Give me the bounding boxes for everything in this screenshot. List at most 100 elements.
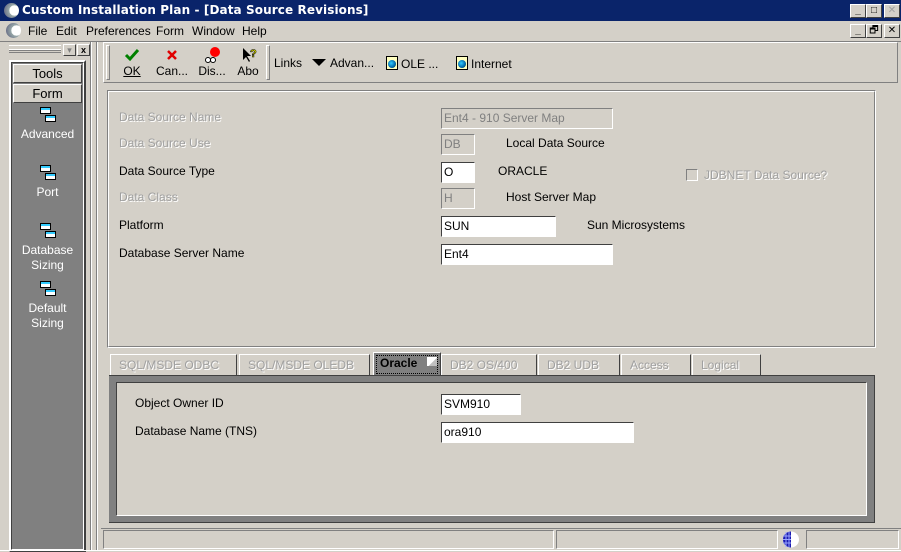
panel-body: Tools Form Advanced Port Database Sizing… — [11, 62, 84, 550]
mdi-close-button[interactable]: ✕ — [884, 24, 900, 38]
bottom-edge — [0, 550, 901, 551]
menu-edit[interactable]: Edit — [56, 24, 77, 38]
tab-db2-os400[interactable]: DB2 OS/400 — [441, 354, 537, 375]
svg-text:?: ? — [250, 48, 257, 60]
cancel-button[interactable]: Can... — [154, 46, 190, 80]
focus-rect — [376, 355, 438, 374]
panel-pin-button[interactable]: ▾ — [63, 44, 76, 56]
form-exit-icon — [39, 107, 56, 123]
ok-button[interactable]: OK — [116, 46, 148, 80]
display-label: Dis... — [198, 64, 226, 78]
panel-tab-form[interactable]: Form — [13, 84, 82, 103]
internet-link-label: Internet — [471, 57, 512, 71]
panel-item-label: Port — [36, 185, 59, 199]
display-button[interactable]: Dis... — [194, 46, 230, 80]
tab-access[interactable]: Access — [621, 354, 691, 375]
ole-link-label: OLE ... — [401, 57, 439, 71]
form-exit-icon — [39, 281, 56, 297]
menu-form[interactable]: Form — [156, 24, 184, 38]
data-source-use-field: DB — [441, 134, 475, 155]
about-button[interactable]: ? Abo — [232, 46, 264, 80]
data-source-type-label: Data Source Type — [119, 164, 215, 178]
panel-item-default-sizing[interactable]: Default Sizing — [12, 281, 83, 331]
mdi-restore-button[interactable]: 🗗 — [866, 24, 882, 38]
mdi-minimize-button[interactable]: _ — [850, 24, 866, 38]
document-globe-icon — [386, 56, 398, 70]
status-cell-info — [556, 530, 778, 549]
internet-link[interactable]: Internet — [456, 56, 512, 71]
close-button[interactable]: ✕ — [884, 4, 900, 18]
document-globe-icon — [456, 56, 468, 70]
panel-item-label: Database Sizing — [21, 243, 74, 272]
form-exit-icon — [39, 165, 56, 181]
menu-window[interactable]: Window — [192, 24, 235, 38]
menu-bar: File Edit Preferences Form Window Help _… — [0, 21, 901, 41]
ok-label: OK — [123, 64, 141, 78]
minimize-button[interactable]: _ — [850, 4, 866, 18]
panel-item-label: Default Sizing — [28, 301, 67, 330]
platform-field[interactable]: SUN — [441, 216, 556, 237]
jdbnet-checkbox-label: JDBNET Data Source? — [704, 168, 828, 182]
panel-splitter[interactable] — [90, 42, 92, 550]
status-cell-extra — [806, 530, 899, 549]
panel-splitter-edge — [96, 42, 98, 550]
database-server-name-field[interactable]: Ent4 — [441, 244, 613, 265]
title-bar: Custom Installation Plan - [Data Source … — [0, 0, 901, 21]
checkmark-icon — [124, 49, 140, 62]
data-source-type-description: ORACLE — [498, 164, 548, 178]
toolbar-grip-links[interactable] — [266, 45, 270, 80]
database-server-name-label: Database Server Name — [119, 246, 245, 260]
tab-db2-udb[interactable]: DB2 UDB — [538, 354, 620, 375]
maximize-button[interactable]: □ — [866, 4, 882, 18]
jdbnet-checkbox[interactable] — [686, 169, 698, 181]
panel-item-database-sizing[interactable]: Database Sizing — [12, 223, 83, 273]
menu-preferences[interactable]: Preferences — [86, 24, 151, 38]
data-source-name-field: Ent4 - 910 Server Map — [441, 108, 613, 129]
database-name-tns-field[interactable]: ora910 — [441, 422, 634, 443]
panel-frame: Tools Form Advanced Port Database Sizing… — [9, 60, 86, 552]
tab-sql-msde-oledb[interactable]: SQL/MSDE OLEDB — [239, 354, 370, 375]
data-source-use-description: Local Data Source — [506, 136, 605, 150]
status-divider — [101, 528, 901, 529]
tab-oracle[interactable]: Oracle — [373, 352, 441, 376]
window-title: Custom Installation Plan - [Data Source … — [22, 3, 369, 17]
toolbar: OK Can... Dis... ? Abo Links Advan... OL… — [103, 42, 898, 83]
advanced-link[interactable]: Advan... — [312, 56, 374, 70]
app-icon — [4, 3, 19, 18]
panel-item-label: Advanced — [20, 127, 75, 141]
data-class-label: Data Class — [119, 190, 178, 204]
panel-item-advanced[interactable]: Advanced — [12, 107, 83, 142]
data-class-description: Host Server Map — [506, 190, 597, 204]
tab-logical[interactable]: Logical — [692, 354, 761, 375]
display-glasses-icon — [205, 47, 220, 63]
form-exit-icon — [39, 223, 56, 239]
data-source-use-label: Data Source Use — [119, 136, 211, 150]
links-label: Links — [274, 56, 303, 70]
panel-close-button[interactable]: x — [77, 44, 90, 56]
menu-file[interactable]: File — [28, 24, 47, 38]
about-help-icon: ? — [243, 48, 257, 62]
cancel-x-icon — [167, 50, 177, 60]
network-globe-icon — [779, 530, 803, 549]
panel-tab-tools[interactable]: Tools — [13, 64, 82, 83]
data-source-type-field[interactable]: O — [441, 162, 475, 183]
tab-sql-msde-odbc[interactable]: SQL/MSDE ODBC — [110, 354, 237, 375]
database-name-tns-label: Database Name (TNS) — [135, 424, 258, 438]
about-label: Abo — [237, 64, 259, 78]
left-panel: ▾ x Tools Form Advanced Port Database Si… — [3, 42, 90, 552]
panel-item-port[interactable]: Port — [12, 165, 83, 200]
dropdown-arrow-icon — [312, 59, 326, 66]
platform-label: Platform — [119, 218, 164, 232]
panel-grip[interactable] — [9, 45, 61, 53]
menu-help[interactable]: Help — [242, 24, 267, 38]
toolbar-grip[interactable] — [106, 45, 110, 80]
advanced-link-label: Advan... — [330, 56, 375, 70]
ole-link[interactable]: OLE ... — [386, 56, 438, 71]
platform-description: Sun Microsystems — [587, 218, 686, 232]
data-class-field: H — [441, 188, 475, 209]
data-source-name-label: Data Source Name — [119, 110, 222, 124]
object-owner-id-label: Object Owner ID — [135, 396, 224, 410]
document-icon[interactable] — [6, 23, 21, 38]
object-owner-id-field[interactable]: SVM910 — [441, 394, 521, 415]
cancel-label: Can... — [155, 64, 188, 78]
